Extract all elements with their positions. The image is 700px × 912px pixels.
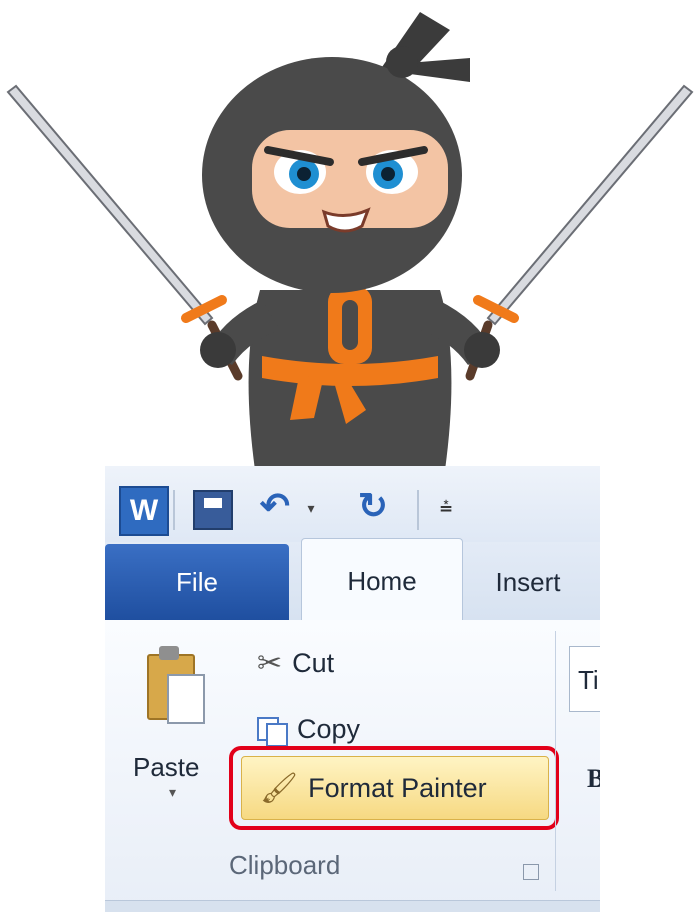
paste-dropdown-icon[interactable]: ▾: [169, 784, 176, 801]
cut-icon: ✂: [257, 647, 283, 680]
tab-home[interactable]: Home: [301, 538, 463, 623]
cut-button[interactable]: ✂ Cut: [257, 646, 334, 681]
format-painter-highlight: [229, 746, 559, 830]
copy-button[interactable]: Copy: [257, 714, 361, 747]
group-separator: [555, 631, 556, 891]
qat-separator: [173, 490, 175, 530]
customize-qat-icon[interactable]: ⩮: [435, 492, 457, 522]
word-ribbon: W ↶ ▾ ↻ ⩮ File Home Insert Paste ▾ ✂ Cut…: [105, 466, 600, 912]
bold-button[interactable]: B: [587, 764, 600, 794]
copy-icon: [257, 716, 288, 747]
undo-dropdown-icon[interactable]: ▾: [301, 496, 321, 520]
font-name-value: Ti: [578, 665, 599, 695]
save-icon[interactable]: [193, 490, 233, 530]
word-app-icon[interactable]: W: [119, 486, 169, 536]
qat-separator: [417, 490, 419, 530]
left-sword: [6, 84, 243, 381]
paste-icon[interactable]: [143, 644, 205, 726]
redo-icon[interactable]: ↻: [353, 485, 393, 526]
undo-icon[interactable]: ↶: [255, 485, 295, 526]
paste-button-label[interactable]: Paste: [133, 752, 200, 783]
tab-home-label: Home: [347, 565, 417, 596]
quick-access-toolbar: W ↶ ▾ ↻ ⩮: [105, 466, 600, 542]
clipboard-group-label: Clipboard: [229, 850, 341, 880]
tab-file-label: File: [176, 566, 218, 597]
tab-insert-label: Insert: [495, 566, 561, 597]
ribbon-bottom-border: [105, 900, 600, 912]
dialog-launcher-icon[interactable]: [523, 864, 539, 880]
right-fist: [464, 332, 500, 368]
font-name-field[interactable]: Ti: [569, 646, 600, 712]
tab-file[interactable]: File: [105, 544, 289, 620]
ninja-illustration: O: [6, 12, 694, 470]
left-fist: [200, 332, 236, 368]
right-sword: [465, 84, 694, 381]
tab-insert[interactable]: Insert: [473, 544, 583, 620]
copy-label: Copy: [297, 714, 361, 744]
cut-label: Cut: [292, 648, 335, 678]
